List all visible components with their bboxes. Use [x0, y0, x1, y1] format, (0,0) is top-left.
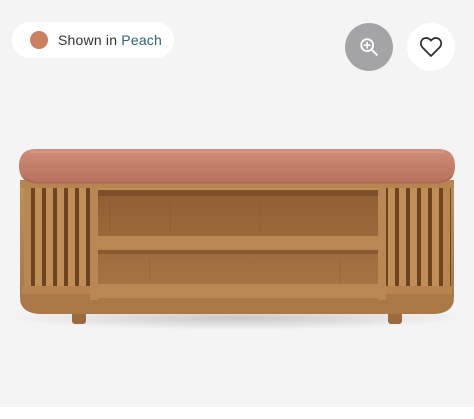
bench-cushion: [19, 149, 455, 184]
zoom-in-icon: [360, 38, 378, 56]
product-image-frame: Shown in Peach: [0, 0, 474, 419]
color-swatch: [30, 31, 48, 49]
bottom-spacer: [0, 407, 474, 419]
zoom-button[interactable]: [345, 23, 393, 71]
bench-center-shelves: [98, 190, 378, 298]
color-variant-name: Peach: [121, 32, 162, 48]
color-variant-badge: Shown in Peach: [12, 22, 174, 58]
color-variant-prefix: Shown in: [58, 32, 118, 48]
product-image[interactable]: [0, 0, 474, 419]
color-variant-text: Shown in Peach: [58, 32, 162, 48]
bench-right-slats: [385, 188, 451, 292]
favorite-button[interactable]: [407, 23, 455, 71]
heart-outline-icon: [419, 37, 443, 57]
bench-left-slats: [24, 188, 90, 292]
bench-frame: [20, 180, 454, 314]
